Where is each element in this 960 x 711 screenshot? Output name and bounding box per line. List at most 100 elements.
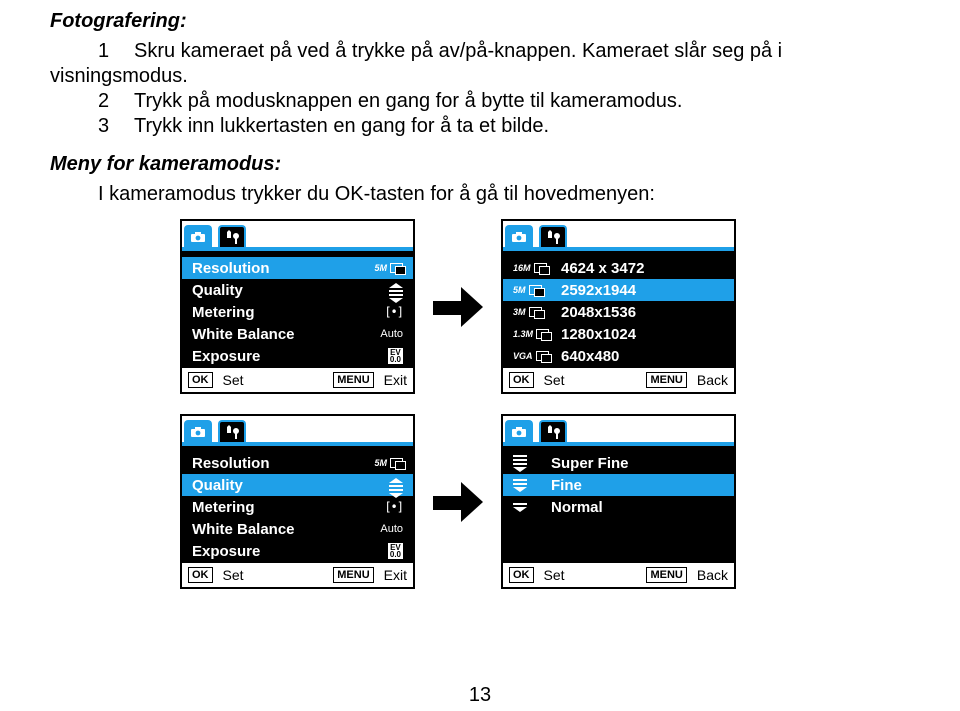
panel-quality-options: Super Fine Fine Normal OK Set MENU Back — [501, 414, 736, 589]
res-option-3m[interactable]: 3M 2048x1536 — [503, 301, 734, 323]
screen-row-1: Resolution 5M Quality Metering [•] White… — [180, 219, 830, 394]
ok-keycap: OK — [188, 372, 213, 388]
quality-option-icon — [513, 503, 543, 512]
step-1-text-a: Skru kameraet på ved å trykke på av/på-k… — [134, 40, 782, 62]
menu-keycap: MENU — [646, 567, 686, 583]
menu-item-label: Quality — [192, 477, 243, 494]
set-label: Set — [223, 567, 244, 583]
menu-item-label: Resolution — [192, 260, 270, 277]
menu-body: Resolution 5M Quality Metering [•] White… — [182, 442, 413, 563]
menu-item-label: White Balance — [192, 326, 295, 343]
res-option-icon: 1.3M — [513, 329, 553, 339]
menu-keycap: MENU — [333, 372, 373, 388]
menu-item-quality[interactable]: Quality — [182, 474, 413, 496]
set-label: Set — [223, 372, 244, 388]
quality-option-icon — [513, 479, 543, 492]
ok-keycap: OK — [509, 372, 534, 388]
res-option-label: 2592x1944 — [553, 282, 724, 299]
exposure-value-icon: EV0.0 — [369, 348, 403, 365]
step-3-line: 3Trykk inn lukkertasten en gang for å ta… — [50, 114, 910, 139]
menu-item-label: Metering — [192, 499, 255, 516]
tab-tools[interactable] — [218, 225, 246, 247]
ok-keycap: OK — [509, 567, 534, 583]
back-label: Back — [697, 372, 728, 388]
page-number: 13 — [469, 684, 491, 707]
menu-item-label: White Balance — [192, 521, 295, 538]
panel-settings-resolution: Resolution 5M Quality Metering [•] White… — [180, 219, 415, 394]
menu-item-label: Exposure — [192, 348, 260, 365]
quality-option-icon — [513, 455, 543, 472]
menu-item-resolution[interactable]: Resolution 5M — [182, 257, 413, 279]
tab-camera[interactable] — [184, 420, 212, 442]
quality-option-fine[interactable]: Fine — [503, 474, 734, 496]
quality-value-icon — [369, 472, 403, 498]
section2-heading: Meny for kameramodus: — [50, 153, 910, 176]
step-2-number: 2 — [98, 89, 134, 114]
wb-value: Auto — [369, 328, 403, 340]
menu-item-white-balance[interactable]: White Balance Auto — [182, 323, 413, 345]
screen-row-2: Resolution 5M Quality Metering [•] White… — [180, 414, 830, 589]
tab-tools[interactable] — [218, 420, 246, 442]
menu-item-resolution[interactable]: Resolution 5M — [182, 452, 413, 474]
tab-camera[interactable] — [505, 420, 533, 442]
section2-text: I kameramodus trykker du OK-tasten for å… — [50, 182, 910, 207]
menu-body: 16M 4624 x 3472 5M 2592x1944 3M 2048x153… — [503, 247, 734, 368]
menu-item-quality[interactable]: Quality — [182, 279, 413, 301]
menu-item-label: Exposure — [192, 543, 260, 560]
tab-strip — [503, 221, 734, 247]
menu-keycap: MENU — [333, 567, 373, 583]
res-option-16m[interactable]: 16M 4624 x 3472 — [503, 257, 734, 279]
menu-item-label: Quality — [192, 282, 243, 299]
quality-value-icon — [369, 277, 403, 303]
step-1-line-a: 1Skru kameraet på ved å trykke på av/på-… — [50, 39, 782, 64]
tab-tools[interactable] — [539, 225, 567, 247]
res-option-label: 1280x1024 — [553, 326, 724, 343]
res-option-vga[interactable]: VGA 640x480 — [503, 345, 734, 367]
resolution-value-icon: 5M — [374, 458, 403, 468]
tab-strip — [182, 221, 413, 247]
step-2-text: Trykk på modusknappen en gang for å bytt… — [134, 90, 682, 112]
panel-settings-quality: Resolution 5M Quality Metering [•] White… — [180, 414, 415, 589]
tab-tools[interactable] — [539, 420, 567, 442]
exposure-value-icon: EV0.0 — [369, 543, 403, 560]
res-option-label: 2048x1536 — [553, 304, 724, 321]
res-option-icon: 5M — [513, 285, 553, 295]
wb-value: Auto — [369, 523, 403, 535]
quality-option-super-fine[interactable]: Super Fine — [503, 452, 734, 474]
set-label: Set — [544, 372, 565, 388]
menu-keycap: MENU — [646, 372, 686, 388]
menu-item-white-balance[interactable]: White Balance Auto — [182, 518, 413, 540]
resolution-value-icon: 5M — [374, 263, 403, 273]
menu-item-label: Resolution — [192, 455, 270, 472]
step-1-number: 1 — [98, 39, 134, 64]
step-3-text: Trykk inn lukkertasten en gang for å ta … — [134, 115, 549, 137]
menu-item-metering[interactable]: Metering [•] — [182, 496, 413, 518]
res-option-1-3m[interactable]: 1.3M 1280x1024 — [503, 323, 734, 345]
res-option-icon: 16M — [513, 263, 553, 273]
exit-label: Exit — [384, 372, 407, 388]
res-option-icon: 3M — [513, 307, 553, 317]
panel-footer: OK Set MENU Exit — [182, 368, 413, 392]
panel-resolution-options: 16M 4624 x 3472 5M 2592x1944 3M 2048x153… — [501, 219, 736, 394]
menu-item-exposure[interactable]: Exposure EV0.0 — [182, 345, 413, 367]
metering-value-icon: [•] — [369, 305, 403, 319]
panel-footer: OK Set MENU Back — [503, 563, 734, 587]
tab-strip — [182, 416, 413, 442]
back-label: Back — [697, 567, 728, 583]
step-2-line: 2Trykk på modusknappen en gang for å byt… — [50, 89, 910, 114]
res-option-icon: VGA — [513, 351, 553, 361]
res-option-5m[interactable]: 5M 2592x1944 — [503, 279, 734, 301]
res-option-label: 4624 x 3472 — [553, 260, 724, 277]
arrow-icon — [433, 482, 483, 522]
res-option-label: 640x480 — [553, 348, 724, 365]
metering-value-icon: [•] — [369, 500, 403, 514]
tab-camera[interactable] — [505, 225, 533, 247]
menu-item-exposure[interactable]: Exposure EV0.0 — [182, 540, 413, 562]
quality-option-label: Super Fine — [543, 455, 724, 472]
quality-option-normal[interactable]: Normal — [503, 496, 734, 518]
menu-item-metering[interactable]: Metering [•] — [182, 301, 413, 323]
tab-strip — [503, 416, 734, 442]
quality-option-label: Normal — [543, 499, 724, 516]
menu-body: Resolution 5M Quality Metering [•] White… — [182, 247, 413, 368]
tab-camera[interactable] — [184, 225, 212, 247]
